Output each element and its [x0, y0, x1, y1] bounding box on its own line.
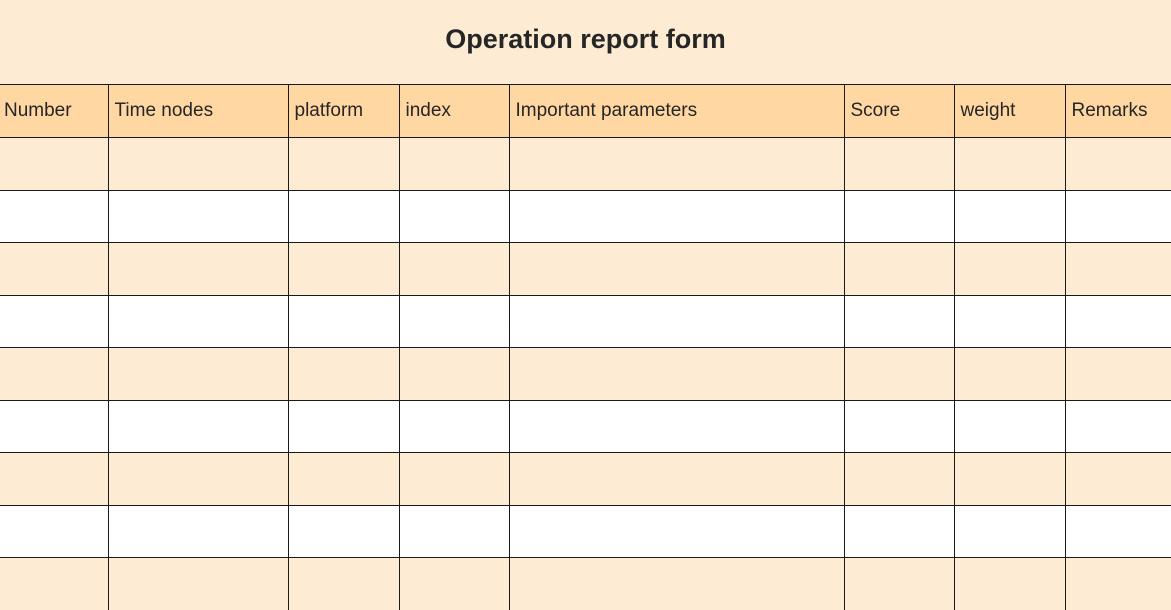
table-cell-score[interactable]: [843, 137, 955, 191]
table-cell-platform[interactable]: [287, 189, 400, 243]
table-cell-important-parameters[interactable]: [508, 294, 845, 348]
table-cell-number[interactable]: [0, 137, 109, 191]
table-cell-important-parameters[interactable]: [508, 504, 845, 558]
table-row: [0, 347, 1171, 401]
table-cell-number[interactable]: [0, 189, 109, 243]
table-cell-time-nodes[interactable]: [107, 557, 289, 610]
column-header-time-nodes: Time nodes: [107, 84, 289, 138]
table-cell-platform[interactable]: [287, 137, 400, 191]
column-header-score: Score: [843, 84, 955, 138]
table-cell-index[interactable]: [398, 294, 510, 348]
table-cell-platform[interactable]: [287, 347, 400, 401]
table-cell-score[interactable]: [843, 399, 955, 453]
table-cell-weight[interactable]: [953, 557, 1066, 610]
table-row: [0, 557, 1171, 610]
table-cell-index[interactable]: [398, 504, 510, 558]
table-cell-number[interactable]: [0, 452, 109, 506]
table-cell-index[interactable]: [398, 137, 510, 191]
page-title: Operation report form: [445, 23, 726, 54]
table-body: [0, 137, 1171, 610]
table-cell-score[interactable]: [843, 294, 955, 348]
table-cell-score[interactable]: [843, 452, 955, 506]
table-cell-platform[interactable]: [287, 504, 400, 558]
table-cell-time-nodes[interactable]: [107, 294, 289, 348]
table-cell-number[interactable]: [0, 504, 109, 558]
table-cell-index[interactable]: [398, 189, 510, 243]
column-header-remarks: Remarks: [1064, 84, 1171, 138]
table-cell-important-parameters[interactable]: [508, 452, 845, 506]
table-cell-score[interactable]: [843, 504, 955, 558]
title-bar: Operation report form: [0, 0, 1171, 84]
table-cell-platform[interactable]: [287, 242, 400, 296]
table-cell-number[interactable]: [0, 557, 109, 610]
table-cell-weight[interactable]: [953, 504, 1066, 558]
table-cell-time-nodes[interactable]: [107, 189, 289, 243]
table-header-row: Number Time nodes platform index Importa…: [0, 84, 1171, 138]
table-cell-remarks[interactable]: [1064, 504, 1171, 558]
table-cell-weight[interactable]: [953, 242, 1066, 296]
table-cell-remarks[interactable]: [1064, 452, 1171, 506]
table-cell-remarks[interactable]: [1064, 557, 1171, 610]
table-cell-number[interactable]: [0, 347, 109, 401]
column-header-index: index: [398, 84, 510, 138]
table-row: [0, 504, 1171, 558]
table-row: [0, 137, 1171, 191]
table-cell-remarks[interactable]: [1064, 347, 1171, 401]
table-cell-weight[interactable]: [953, 137, 1066, 191]
table-cell-weight[interactable]: [953, 294, 1066, 348]
table-row: [0, 399, 1171, 453]
table-cell-index[interactable]: [398, 399, 510, 453]
table-cell-important-parameters[interactable]: [508, 557, 845, 610]
table-cell-score[interactable]: [843, 189, 955, 243]
table-cell-index[interactable]: [398, 242, 510, 296]
report-page: Operation report form Number Time nodes …: [0, 0, 1171, 610]
column-header-number: Number: [0, 84, 109, 138]
column-header-important-parameters: Important parameters: [508, 84, 845, 138]
table-cell-time-nodes[interactable]: [107, 242, 289, 296]
table-cell-remarks[interactable]: [1064, 189, 1171, 243]
table-cell-important-parameters[interactable]: [508, 242, 845, 296]
table-cell-important-parameters[interactable]: [508, 347, 845, 401]
table-cell-important-parameters[interactable]: [508, 137, 845, 191]
report-table: Number Time nodes platform index Importa…: [0, 84, 1171, 610]
table-cell-platform[interactable]: [287, 452, 400, 506]
table-cell-important-parameters[interactable]: [508, 399, 845, 453]
column-header-weight: weight: [953, 84, 1066, 138]
table-cell-platform[interactable]: [287, 557, 400, 610]
table-row: [0, 452, 1171, 506]
column-header-platform: platform: [287, 84, 400, 138]
table-cell-remarks[interactable]: [1064, 242, 1171, 296]
table-cell-time-nodes[interactable]: [107, 452, 289, 506]
table-cell-index[interactable]: [398, 557, 510, 610]
table-cell-weight[interactable]: [953, 452, 1066, 506]
table-cell-score[interactable]: [843, 347, 955, 401]
table-cell-time-nodes[interactable]: [107, 399, 289, 453]
table-row: [0, 242, 1171, 296]
table-cell-platform[interactable]: [287, 399, 400, 453]
table-cell-remarks[interactable]: [1064, 294, 1171, 348]
table-cell-number[interactable]: [0, 242, 109, 296]
table-row: [0, 189, 1171, 243]
table-cell-weight[interactable]: [953, 399, 1066, 453]
table-cell-index[interactable]: [398, 347, 510, 401]
table-cell-important-parameters[interactable]: [508, 189, 845, 243]
table-row: [0, 294, 1171, 348]
table-cell-weight[interactable]: [953, 189, 1066, 243]
table-cell-score[interactable]: [843, 557, 955, 610]
table-cell-remarks[interactable]: [1064, 137, 1171, 191]
table-cell-platform[interactable]: [287, 294, 400, 348]
table-cell-time-nodes[interactable]: [107, 347, 289, 401]
table-cell-score[interactable]: [843, 242, 955, 296]
table-cell-number[interactable]: [0, 294, 109, 348]
table-cell-time-nodes[interactable]: [107, 137, 289, 191]
table-cell-remarks[interactable]: [1064, 399, 1171, 453]
table-cell-index[interactable]: [398, 452, 510, 506]
table-cell-weight[interactable]: [953, 347, 1066, 401]
table-cell-time-nodes[interactable]: [107, 504, 289, 558]
table-cell-number[interactable]: [0, 399, 109, 453]
